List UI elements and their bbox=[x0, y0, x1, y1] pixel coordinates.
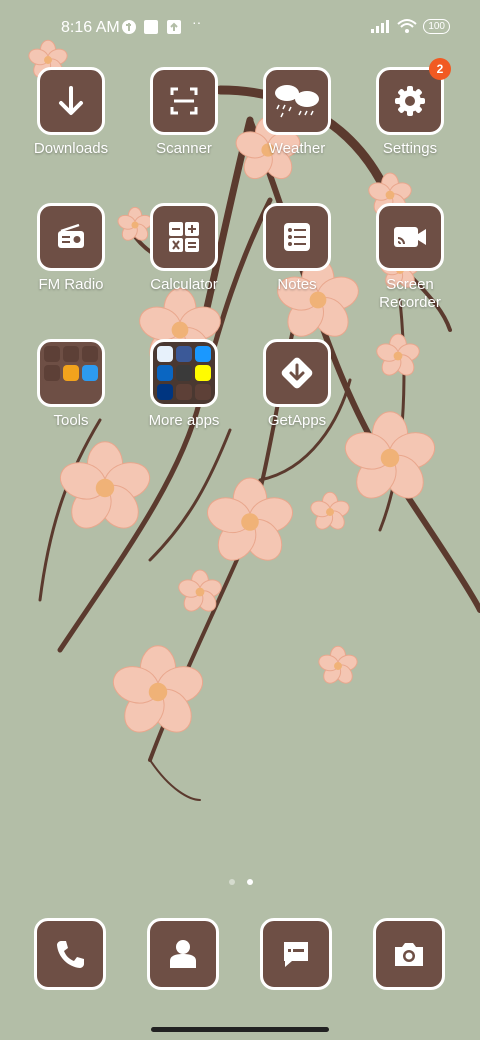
page-dot-active[interactable] bbox=[247, 879, 253, 885]
folder-preview-grid bbox=[39, 341, 103, 405]
folder-tools[interactable]: Tools bbox=[16, 339, 126, 430]
weather-tile bbox=[263, 67, 331, 135]
notes-list-icon bbox=[284, 223, 310, 251]
app-label: Tools bbox=[53, 412, 89, 429]
messages-tile bbox=[260, 918, 332, 990]
app-icon bbox=[195, 384, 211, 400]
prime-video-icon bbox=[195, 346, 211, 362]
scanner-icon bbox=[170, 87, 198, 115]
app-weather[interactable]: Weather bbox=[242, 67, 352, 158]
notes-tile bbox=[263, 203, 331, 271]
page-indicator bbox=[229, 879, 253, 885]
youtube-icon bbox=[176, 384, 192, 400]
app-icon bbox=[82, 365, 98, 381]
settings-tile: 2 bbox=[376, 58, 451, 135]
blossom bbox=[59, 441, 151, 529]
contacts-icon bbox=[170, 940, 196, 968]
more-notifications-icon: ·· bbox=[192, 14, 202, 30]
app-icon bbox=[176, 365, 192, 381]
dock-contacts[interactable] bbox=[128, 918, 238, 990]
dock-messages[interactable] bbox=[241, 918, 351, 990]
mail-icon bbox=[44, 346, 60, 362]
linkedin-icon bbox=[157, 365, 173, 381]
app-icon bbox=[63, 365, 79, 381]
vpn-icon bbox=[122, 20, 136, 34]
blossom bbox=[344, 411, 436, 499]
blossom bbox=[376, 333, 420, 376]
getapps-icon bbox=[281, 357, 313, 389]
app-getapps[interactable]: GetApps bbox=[242, 339, 352, 430]
notification-badge: 2 bbox=[429, 58, 451, 80]
app-icon bbox=[44, 365, 60, 381]
signal-icon bbox=[371, 20, 390, 33]
app-scanner[interactable]: Scanner bbox=[129, 67, 239, 158]
radio-icon bbox=[58, 223, 84, 248]
whatsapp-icon bbox=[63, 346, 79, 362]
screen-recorder-tile bbox=[376, 203, 444, 271]
facebook-icon bbox=[176, 346, 192, 362]
blossom bbox=[207, 477, 293, 561]
more-apps-folder-tile bbox=[150, 339, 218, 407]
calculator-icon bbox=[169, 222, 199, 252]
app-notes[interactable]: Notes bbox=[242, 203, 352, 294]
app-settings[interactable]: 2 Settings bbox=[355, 58, 465, 158]
camera-icon bbox=[395, 943, 423, 966]
app-label: Screen Recorder bbox=[379, 276, 441, 311]
scanner-tile bbox=[150, 67, 218, 135]
dock-phone[interactable] bbox=[15, 918, 125, 990]
app-fm-radio[interactable]: FM Radio bbox=[16, 203, 126, 294]
clock: 8:16 AM bbox=[61, 19, 120, 36]
phone-icon bbox=[57, 941, 84, 968]
blossom bbox=[310, 491, 350, 530]
app-label: GetApps bbox=[267, 412, 327, 429]
video-camera-icon bbox=[394, 227, 426, 247]
blossom bbox=[318, 645, 358, 684]
gear-icon bbox=[395, 86, 425, 116]
status-bar: 8:16 AM ·· 100 bbox=[0, 0, 480, 56]
phone-tile bbox=[34, 918, 106, 990]
page-dot[interactable] bbox=[229, 879, 235, 885]
fm-radio-tile bbox=[37, 203, 105, 271]
wifi-icon bbox=[397, 19, 417, 33]
app-icon bbox=[82, 346, 98, 362]
app-label: Settings bbox=[382, 140, 438, 157]
booking-icon bbox=[157, 384, 173, 400]
app-screen-recorder[interactable]: Screen Recorder bbox=[355, 203, 465, 312]
weather-icon bbox=[275, 85, 319, 118]
folder-more-apps[interactable]: More apps bbox=[129, 339, 239, 430]
upload-icon bbox=[167, 20, 181, 34]
downloads-tile bbox=[37, 67, 105, 135]
app-calculator[interactable]: Calculator bbox=[129, 203, 239, 294]
camera-tile bbox=[373, 918, 445, 990]
app-label: More apps bbox=[148, 412, 220, 429]
app-label: Scanner bbox=[156, 140, 212, 157]
notification-square-icon bbox=[144, 20, 158, 34]
app-label: Weather bbox=[268, 140, 326, 157]
battery-indicator: 100 bbox=[423, 18, 450, 34]
tools-folder-tile bbox=[37, 339, 105, 407]
app-label: Downloads bbox=[33, 140, 109, 157]
calculator-tile bbox=[150, 203, 218, 271]
contacts-tile bbox=[147, 918, 219, 990]
app-label: FM Radio bbox=[38, 276, 104, 293]
snapchat-icon bbox=[195, 365, 211, 381]
app-label: Notes bbox=[277, 276, 317, 293]
download-icon bbox=[59, 86, 83, 115]
shopping-icon bbox=[157, 346, 173, 362]
getapps-tile bbox=[263, 339, 331, 407]
app-label: Calculator bbox=[150, 276, 218, 293]
messages-icon bbox=[284, 942, 308, 967]
home-indicator[interactable] bbox=[151, 1027, 329, 1032]
folder-preview-grid bbox=[152, 341, 216, 405]
dock-camera[interactable] bbox=[354, 918, 464, 990]
app-downloads[interactable]: Downloads bbox=[16, 67, 126, 158]
